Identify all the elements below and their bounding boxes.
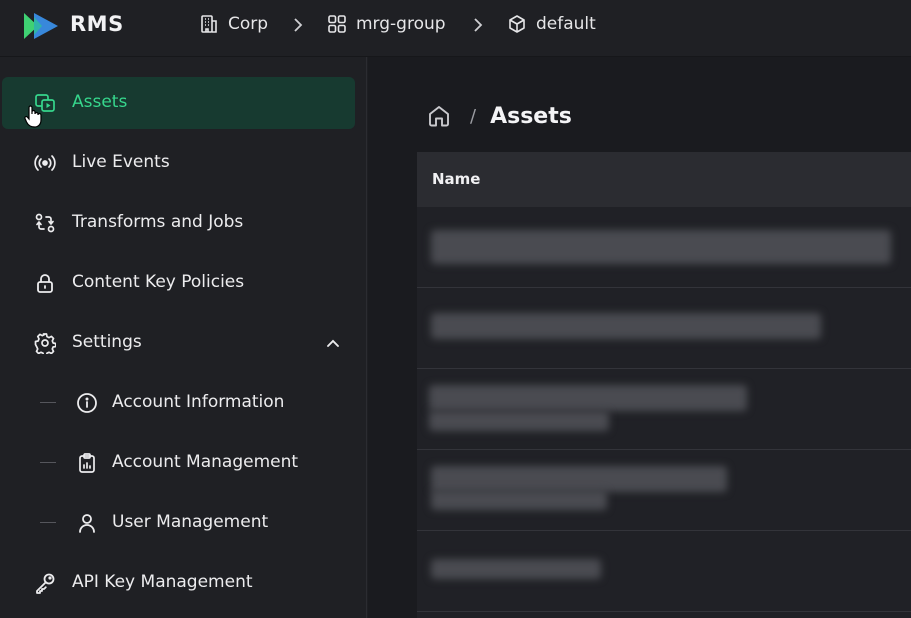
hand-cursor-icon bbox=[24, 105, 42, 128]
top-bar: RMS Corp mrg-group default bbox=[0, 0, 911, 57]
sidebar: Assets Live Events Transforms and Jobs C… bbox=[0, 57, 367, 618]
breadcrumb-label: default bbox=[536, 14, 596, 34]
table-row[interactable] bbox=[417, 207, 911, 288]
sidebar-item-label: Settings bbox=[72, 332, 142, 352]
sidebar-item-transforms-and-jobs[interactable]: Transforms and Jobs bbox=[2, 197, 355, 249]
redacted-text bbox=[431, 490, 607, 510]
rms-logo-icon bbox=[24, 13, 58, 39]
sidebar-item-assets[interactable]: Assets bbox=[2, 77, 355, 129]
page-title: Assets bbox=[490, 103, 572, 129]
tree-dash bbox=[40, 462, 56, 463]
table-row[interactable] bbox=[417, 369, 911, 450]
breadcrumb-mrg-group[interactable]: mrg-group bbox=[327, 14, 446, 34]
sidebar-item-label: API Key Management bbox=[72, 572, 253, 592]
breadcrumb-corp[interactable]: Corp bbox=[199, 14, 268, 34]
gear-icon bbox=[34, 333, 56, 354]
sidebar-item-live-events[interactable]: Live Events bbox=[2, 137, 355, 189]
sidebar-item-api-key-management[interactable]: API Key Management bbox=[2, 557, 355, 609]
sidebar-item-label: Assets bbox=[72, 92, 128, 112]
sidebar-item-account-information[interactable]: Account Information bbox=[2, 377, 355, 429]
key-icon bbox=[36, 573, 55, 594]
breadcrumb-label: Corp bbox=[228, 14, 269, 34]
breadcrumb-default[interactable]: default bbox=[507, 14, 596, 34]
table-row[interactable] bbox=[417, 450, 911, 531]
sidebar-item-account-management[interactable]: Account Management bbox=[2, 437, 355, 489]
redacted-text bbox=[431, 466, 727, 492]
sidebar-item-label: Account Management bbox=[112, 452, 299, 472]
chevron-right-icon bbox=[474, 18, 483, 32]
table-row[interactable] bbox=[417, 531, 911, 612]
clipboard-icon bbox=[79, 453, 95, 473]
sidebar-item-user-management[interactable]: User Management bbox=[2, 497, 355, 549]
chevron-up-icon[interactable] bbox=[324, 334, 342, 352]
broadcast-icon bbox=[34, 155, 56, 171]
home-icon[interactable] bbox=[426, 103, 452, 129]
grid-icon bbox=[328, 15, 346, 33]
sidebar-item-content-key-policies[interactable]: Content Key Policies bbox=[2, 257, 355, 309]
chevron-right-icon bbox=[294, 18, 303, 32]
user-icon bbox=[79, 514, 95, 533]
table-header: Name bbox=[417, 152, 911, 207]
sidebar-item-label: Account Information bbox=[112, 392, 285, 412]
redacted-text bbox=[431, 313, 821, 339]
transform-icon bbox=[35, 213, 55, 233]
sidebar-item-label: Live Events bbox=[72, 152, 170, 172]
redacted-text bbox=[429, 411, 609, 431]
lock-icon bbox=[37, 274, 53, 293]
sidebar-item-label: Content Key Policies bbox=[72, 272, 245, 292]
redacted-text bbox=[431, 230, 891, 264]
redacted-text bbox=[429, 385, 747, 411]
table-row[interactable] bbox=[417, 288, 911, 369]
info-icon bbox=[77, 393, 97, 413]
assets-table: Name bbox=[417, 152, 911, 618]
sidebar-item-label: User Management bbox=[112, 512, 269, 532]
sidebar-item-settings[interactable]: Settings bbox=[2, 317, 355, 369]
tree-dash bbox=[40, 522, 56, 523]
redacted-text bbox=[431, 559, 601, 579]
column-header-name[interactable]: Name bbox=[432, 170, 480, 188]
breadcrumb-label: mrg-group bbox=[356, 14, 446, 34]
building-icon bbox=[201, 15, 217, 33]
cube-icon bbox=[509, 15, 525, 33]
breadcrumb-separator: / bbox=[470, 105, 477, 127]
app-brand: RMS bbox=[70, 12, 124, 36]
sidebar-item-label: Transforms and Jobs bbox=[72, 212, 244, 232]
tree-dash bbox=[40, 402, 56, 403]
main-content: / Assets Name bbox=[368, 57, 911, 618]
page-breadcrumb: / Assets bbox=[426, 103, 572, 129]
